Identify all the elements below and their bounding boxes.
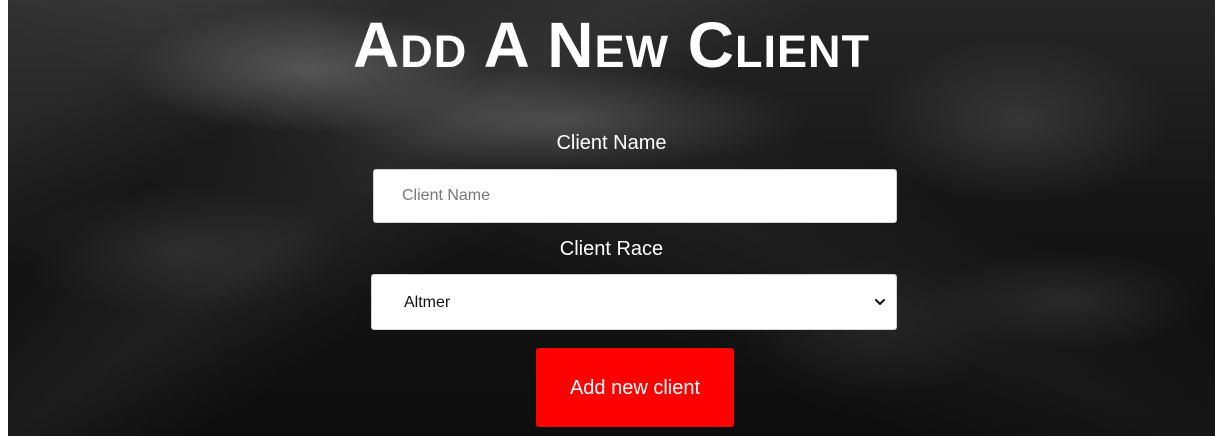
client-name-input[interactable] <box>374 170 896 222</box>
client-race-label: Client Race <box>559 238 664 260</box>
page-title: Add A New Client <box>353 9 870 81</box>
client-race-select-container[interactable]: Altmer <box>371 274 897 330</box>
add-new-client-button[interactable]: Add new client <box>536 348 734 427</box>
client-name-label: Client Name <box>556 132 667 154</box>
screen-frame: Add A New Client Client Name Client Race… <box>0 0 1223 436</box>
client-name-field-container[interactable] <box>373 169 897 223</box>
page-background: Add A New Client Client Name Client Race… <box>8 0 1215 436</box>
client-race-select[interactable]: Altmer <box>372 275 896 329</box>
